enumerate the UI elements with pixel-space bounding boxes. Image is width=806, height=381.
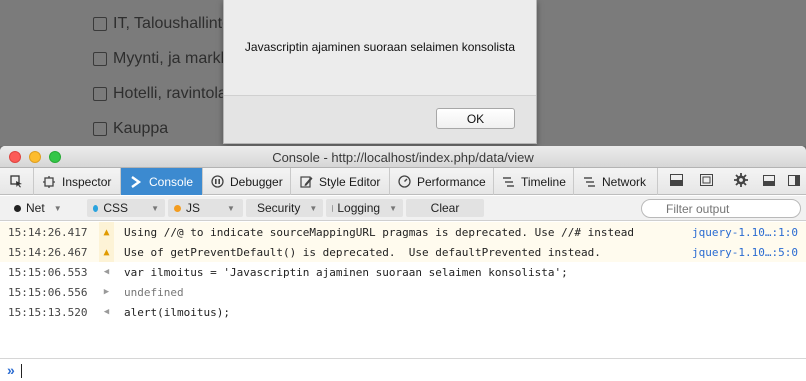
window-title: Console - http://localhost/index.php/dat… xyxy=(272,150,534,165)
filter-logging[interactable]: Logging ▼ xyxy=(326,199,403,217)
devtools-toolbar: Inspector Console Debugger Style Editor … xyxy=(0,168,806,195)
text-caret xyxy=(21,364,22,378)
chevron-down-icon: ▼ xyxy=(53,203,62,213)
settings-button[interactable] xyxy=(729,168,753,195)
checkbox[interactable] xyxy=(93,17,107,31)
inspector-icon xyxy=(42,175,56,189)
gear-icon xyxy=(734,173,748,190)
tab-label: Timeline xyxy=(521,174,566,189)
tab-label: Debugger xyxy=(230,174,283,189)
split-console-icon xyxy=(669,174,683,189)
console-row: 15:15:13.520 ◀ alert(ilmoitus); xyxy=(0,302,806,322)
tab-label: Network xyxy=(602,174,647,189)
tab-label: Performance xyxy=(417,174,486,189)
timestamp: 15:14:26.467 xyxy=(8,245,88,259)
responsive-mode-icon xyxy=(699,174,713,189)
js-dot-icon xyxy=(174,204,181,212)
dock-side-icon xyxy=(788,174,800,189)
chevron-down-icon: ▼ xyxy=(389,203,397,213)
console-row: 15:15:06.556 ▶ undefined xyxy=(0,282,806,302)
tab-label: Inspector xyxy=(62,174,112,189)
console-row: 15:14:26.467 ▲ Use of getPreventDefault(… xyxy=(0,242,806,262)
input-arrow-icon: ◀ xyxy=(103,307,110,317)
split-console-button[interactable] xyxy=(664,168,688,195)
dock-side-button[interactable] xyxy=(782,168,806,195)
devtools-window: Console - http://localhost/index.php/dat… xyxy=(0,146,806,381)
tab-console[interactable]: Console xyxy=(121,168,203,195)
filter-label: Net xyxy=(26,201,45,215)
chevron-down-icon: ▼ xyxy=(309,203,318,213)
log-message: var ilmoitus = 'Javascriptin ajaminen su… xyxy=(124,265,568,279)
chevron-down-icon: ▼ xyxy=(151,203,159,213)
debugger-icon xyxy=(211,175,224,189)
performance-icon xyxy=(398,175,411,189)
warning-icon: ▲ xyxy=(99,222,114,242)
prompt-icon: » xyxy=(7,362,15,378)
ok-button[interactable]: OK xyxy=(436,108,515,129)
alert-dialog: Javascriptin ajaminen suoraan selaimen k… xyxy=(223,0,537,144)
console-row: 15:14:26.417 ▲ Using //@ to indicate sou… xyxy=(0,222,806,242)
tab-style-editor[interactable]: Style Editor xyxy=(291,168,390,195)
pick-element-button[interactable] xyxy=(0,168,34,195)
checkbox-label: Kauppa xyxy=(113,120,169,137)
input-arrow-icon: ◀ xyxy=(103,267,110,277)
timestamp: 15:15:13.520 xyxy=(8,305,88,319)
filter-label: Logging xyxy=(337,201,381,215)
clear-button[interactable]: Clear xyxy=(406,199,484,217)
network-icon xyxy=(582,175,596,189)
tab-debugger[interactable]: Debugger xyxy=(203,168,291,195)
filter-net[interactable]: Net ▼ xyxy=(8,199,84,217)
dock-bottom-button[interactable] xyxy=(757,168,781,195)
timestamp: 15:15:06.553 xyxy=(8,265,88,279)
source-link[interactable]: jquery-1.10…:1:0 xyxy=(692,226,798,239)
console-input[interactable]: » xyxy=(0,358,806,381)
checkbox[interactable] xyxy=(93,87,107,101)
tab-label: Style Editor xyxy=(319,174,381,189)
dialog-footer: OK xyxy=(224,95,536,143)
css-dot-icon xyxy=(93,204,99,212)
timestamp: 15:14:26.417 xyxy=(8,225,88,239)
console-icon xyxy=(129,175,143,189)
console-row: 15:15:06.553 ◀ var ilmoitus = 'Javascrip… xyxy=(0,262,806,282)
dialog-message: Javascriptin ajaminen suoraan selaimen k… xyxy=(244,40,516,54)
timestamp: 15:15:06.556 xyxy=(8,285,88,299)
timeline-icon xyxy=(502,175,515,189)
filter-label: JS xyxy=(186,201,201,215)
filter-css[interactable]: CSS ▼ xyxy=(87,199,165,217)
checkbox[interactable] xyxy=(93,52,107,66)
checkbox-item[interactable]: Kauppa xyxy=(93,118,168,140)
log-message: alert(ilmoitus); xyxy=(124,305,230,319)
source-link[interactable]: jquery-1.10…:5:0 xyxy=(692,246,798,259)
style-editor-icon xyxy=(299,175,313,189)
filter-label: CSS xyxy=(103,201,129,215)
responsive-mode-button[interactable] xyxy=(694,168,718,195)
warning-icon: ▲ xyxy=(99,242,114,262)
log-message: Using //@ to indicate sourceMappingURL p… xyxy=(124,225,634,239)
filter-security[interactable]: Security ▼ xyxy=(246,199,323,217)
dock-bottom-icon xyxy=(763,174,775,189)
tab-timeline[interactable]: Timeline xyxy=(494,168,574,195)
log-message: undefined xyxy=(124,285,184,299)
checkbox[interactable] xyxy=(93,122,107,136)
tab-label: Console xyxy=(149,174,194,189)
chevron-down-icon: ▼ xyxy=(227,203,235,213)
tab-network[interactable]: Network xyxy=(574,168,658,195)
console-output: 15:14:26.417 ▲ Using //@ to indicate sou… xyxy=(0,222,806,358)
filter-js[interactable]: JS ▼ xyxy=(168,199,243,217)
pick-element-icon xyxy=(10,175,24,189)
filter-output-input[interactable] xyxy=(641,199,801,218)
tab-performance[interactable]: Performance xyxy=(390,168,494,195)
tab-inspector[interactable]: Inspector xyxy=(34,168,121,195)
log-message: Use of getPreventDefault() is deprecated… xyxy=(124,245,601,259)
net-dot-icon xyxy=(14,204,21,212)
title-bar: Console - http://localhost/index.php/dat… xyxy=(0,146,806,168)
console-filter-bar: Net ▼ CSS ▼ JS ▼ Security ▼ Logging ▼ Cl… xyxy=(0,196,806,221)
filter-label: Security xyxy=(257,201,301,215)
output-arrow-icon: ▶ xyxy=(103,287,110,297)
